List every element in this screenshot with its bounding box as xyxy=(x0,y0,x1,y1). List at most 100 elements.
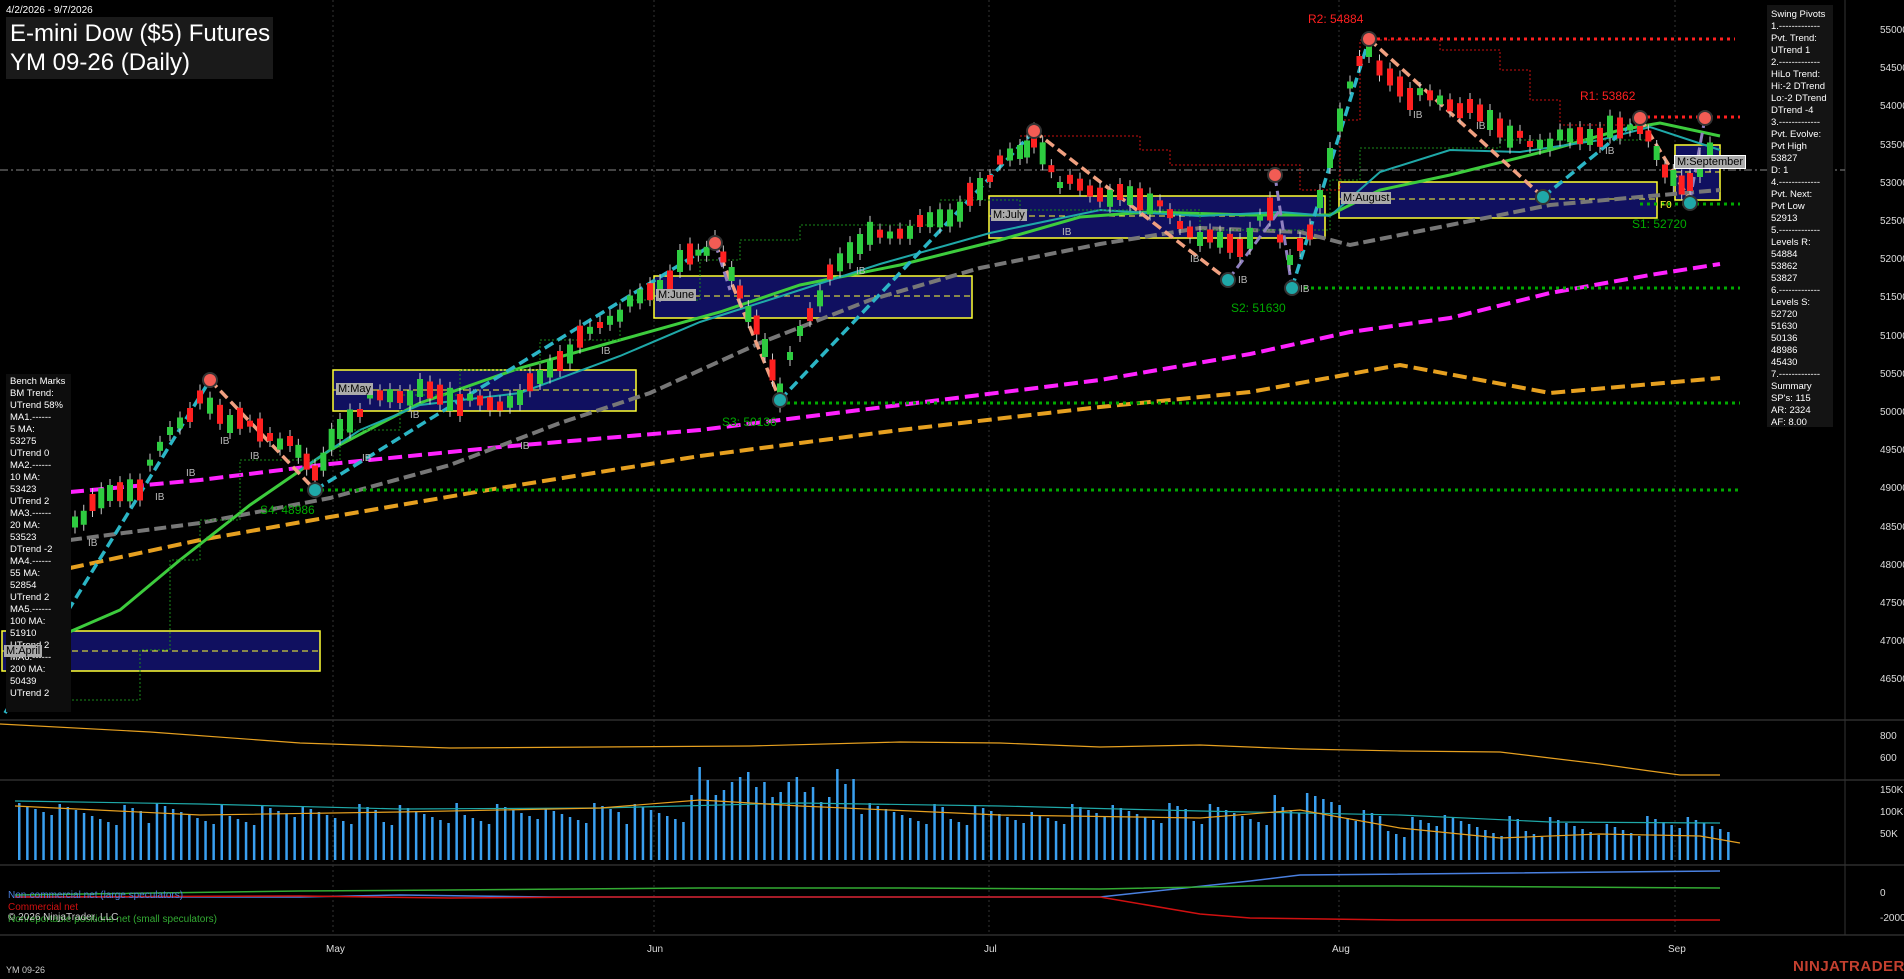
instrument-title: E-mini Dow ($5) Futures xyxy=(10,20,271,47)
r1-label: R1: 53862 xyxy=(1580,89,1636,103)
candle-body xyxy=(247,420,253,427)
volume-bar xyxy=(1557,820,1560,860)
volume-bar xyxy=(965,825,969,860)
volume-bar xyxy=(333,818,337,860)
volume-bar xyxy=(625,824,628,860)
volume-bar xyxy=(1670,825,1673,860)
volume-bar xyxy=(706,780,709,860)
volume-bar xyxy=(1419,820,1422,860)
candle-body xyxy=(987,175,993,182)
candle-body xyxy=(1287,255,1293,265)
price-axis-label: 50000 xyxy=(1880,407,1904,418)
candle-body xyxy=(217,404,223,424)
volume-bar xyxy=(1532,834,1536,860)
pivot-line: 53827 xyxy=(1771,153,1798,164)
month-label-april: M:April xyxy=(4,645,43,657)
volume-bar xyxy=(941,807,944,860)
candle-body xyxy=(1207,229,1213,243)
volume-bar xyxy=(42,812,45,860)
candle-body xyxy=(477,395,483,406)
candle-body xyxy=(497,401,503,411)
volume-bar xyxy=(860,814,863,860)
volume-bar xyxy=(1143,817,1147,860)
volume-bar xyxy=(220,804,223,860)
candle-body xyxy=(1637,126,1643,134)
volume-bar xyxy=(414,811,418,860)
benchmark-line: UTrend 58% xyxy=(10,400,63,411)
candle-body xyxy=(187,408,193,422)
month-label-june: M:June xyxy=(656,289,697,301)
candle-body xyxy=(1417,88,1423,96)
volume-bar xyxy=(244,822,248,860)
candle-body xyxy=(527,373,533,392)
volume-bar xyxy=(1192,821,1195,860)
volume-bar xyxy=(1168,803,1171,860)
volume-bar xyxy=(730,782,734,860)
candle-body xyxy=(1297,238,1303,251)
pivot-line: 1.------------- xyxy=(1771,21,1821,32)
candle-body xyxy=(467,393,473,401)
candle-body xyxy=(72,516,78,528)
candle-body xyxy=(887,231,893,239)
candle-body xyxy=(627,295,633,307)
volume-bar xyxy=(204,821,207,860)
ib-label: IB xyxy=(1605,146,1615,157)
benchmark-line: 10 MA: xyxy=(10,472,41,483)
benchmark-line: DTrend -2 xyxy=(10,544,53,555)
volume-bar xyxy=(1184,809,1187,860)
price-axis-label: 50500 xyxy=(1880,368,1904,380)
candle-body xyxy=(1257,214,1263,221)
volume-bar xyxy=(1071,804,1074,860)
month-label-september: M:September xyxy=(1674,155,1747,169)
price-axis-label: 46500 xyxy=(1880,674,1904,686)
candle-body xyxy=(1547,138,1553,151)
price-chart[interactable] xyxy=(0,0,1904,979)
volume-bar xyxy=(1095,813,1098,860)
volume-bar xyxy=(1046,818,1050,860)
volume-bar xyxy=(487,824,491,860)
volume-bar xyxy=(560,814,564,860)
candle-body xyxy=(1427,90,1433,101)
candle-body xyxy=(1627,124,1633,131)
candle-body xyxy=(537,370,543,384)
volume-bar xyxy=(277,811,280,860)
pivot-line: AR: 2324 xyxy=(1771,405,1811,416)
candle-body xyxy=(98,488,105,509)
pivot-line: DTrend -4 xyxy=(1771,105,1814,116)
candle-body xyxy=(567,344,573,364)
volume-bar xyxy=(1694,820,1698,860)
volume-bar xyxy=(617,812,620,860)
candle-body xyxy=(957,201,963,222)
candle-body xyxy=(427,381,433,399)
candle-body xyxy=(1557,129,1563,141)
candle-body xyxy=(703,246,710,256)
candle-body xyxy=(1137,188,1143,211)
candle-body xyxy=(787,352,793,360)
ib-label: IB xyxy=(1413,110,1423,121)
candle-body xyxy=(1653,146,1660,160)
candle-body xyxy=(337,419,343,439)
pivot-line: HiLo Trend: xyxy=(1771,69,1821,80)
volume-bar xyxy=(504,807,507,860)
candle-body xyxy=(1267,197,1273,221)
volume-bar xyxy=(180,812,183,860)
volume-bar xyxy=(1176,806,1179,860)
volume-bar xyxy=(868,803,871,860)
volume-bar xyxy=(981,808,985,860)
candle-body xyxy=(437,384,443,405)
volume-bar xyxy=(641,807,645,860)
volume-bar xyxy=(90,816,94,860)
candle-body xyxy=(677,250,683,272)
volume-bar xyxy=(366,807,369,860)
candle-body xyxy=(667,270,673,290)
benchmark-line: 51910 xyxy=(10,628,37,639)
candle-body xyxy=(1376,60,1383,76)
pivot-line: Pvt Low xyxy=(1771,201,1805,212)
volume-bar xyxy=(1476,827,1479,860)
volume-bar xyxy=(666,816,669,860)
candle-body xyxy=(312,465,318,481)
volume-bar xyxy=(649,810,653,860)
volume-bar xyxy=(350,824,353,860)
volume-bar xyxy=(779,792,782,860)
volume-bar xyxy=(1127,811,1131,860)
